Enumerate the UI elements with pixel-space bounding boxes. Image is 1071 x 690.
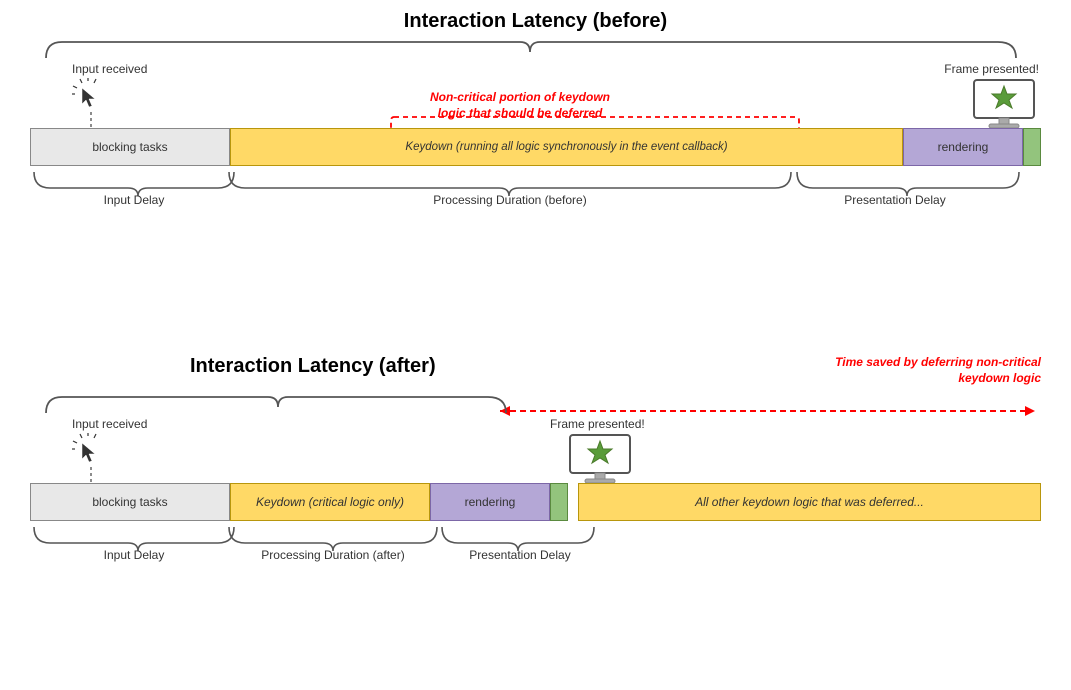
cursor-icon-bottom <box>72 433 106 467</box>
bars-row-bottom: blocking tasks Keydown (critical logic o… <box>30 483 1041 521</box>
frame-presented-top: Frame presented! <box>944 62 1039 137</box>
bar-rendering-bottom: rendering <box>430 483 550 521</box>
time-saved-label: Time saved by deferring non-critical key… <box>811 355 1041 386</box>
bar-keydown-top: Keydown (running all logic synchronously… <box>230 128 903 166</box>
presentation-brace-top <box>793 168 1023 196</box>
presentation-label-top: Presentation Delay <box>750 193 1040 207</box>
bars-row-top: blocking tasks Keydown (running all logi… <box>30 128 1041 166</box>
bar-green-bottom <box>550 483 568 521</box>
processing-label-bottom: Processing Duration (after) <box>225 548 441 562</box>
top-section: Interaction Latency (before) Input recei… <box>30 10 1041 320</box>
input-received-label-bottom: Input received <box>72 417 147 472</box>
input-delay-label-bottom: Input Delay <box>30 548 238 562</box>
presentation-label-bottom: Presentation Delay <box>420 548 620 562</box>
bar-green-top <box>1023 128 1041 166</box>
monitor-icon-bottom <box>565 433 635 487</box>
input-received-label-top: Input received <box>72 62 147 117</box>
processing-label-top: Processing Duration (before) <box>225 193 795 207</box>
bar-deferred-bottom: All other keydown logic that was deferre… <box>578 483 1041 521</box>
top-title: Interaction Latency (before) <box>30 10 1041 33</box>
processing-brace-top <box>225 168 795 196</box>
cursor-icon-top <box>72 78 106 112</box>
bottom-outer-brace <box>38 393 513 415</box>
noncritical-label: Non-critical portion of keydownlogic tha… <box>400 90 640 121</box>
top-outer-brace <box>38 38 1023 60</box>
input-delay-brace-bottom <box>30 523 238 551</box>
bar-blocking-top: blocking tasks <box>30 128 230 166</box>
processing-brace-bottom <box>225 523 441 551</box>
gap <box>568 483 578 521</box>
presentation-brace-bottom <box>438 523 598 551</box>
monitor-icon-top <box>969 78 1039 132</box>
bottom-section: Interaction Latency (after) Time saved b… <box>30 355 1041 665</box>
bar-rendering-top: rendering <box>903 128 1023 166</box>
bar-blocking-bottom: blocking tasks <box>30 483 230 521</box>
input-delay-label-top: Input Delay <box>30 193 238 207</box>
input-delay-brace-top <box>30 168 238 196</box>
frame-presented-bottom: Frame presented! <box>550 417 645 492</box>
diagram-container: Interaction Latency (before) Input recei… <box>0 0 1071 690</box>
bar-keydown-bottom: Keydown (critical logic only) <box>230 483 430 521</box>
